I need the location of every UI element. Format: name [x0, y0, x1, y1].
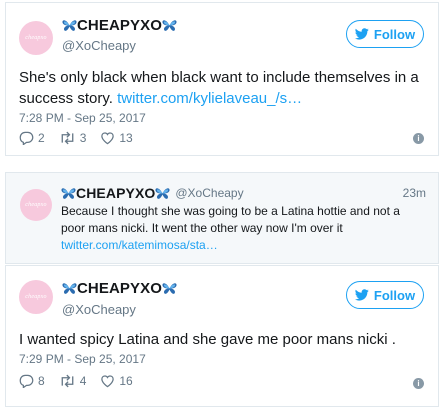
- info-icon[interactable]: i: [413, 378, 424, 389]
- like-count: 13: [119, 131, 133, 145]
- twitter-bird-icon: [355, 28, 369, 40]
- butterfly-icon: [61, 187, 76, 200]
- follow-button[interactable]: Follow: [346, 20, 424, 48]
- display-name[interactable]: CHEAPYXO: [76, 185, 155, 201]
- retweet-icon: [59, 374, 76, 388]
- user-handle[interactable]: @XoCheapy: [175, 186, 243, 200]
- tweet-card-2: cheapxo CHEAPYXO @XoCheapy 23m Because I…: [5, 172, 439, 264]
- reply-button[interactable]: 2: [19, 131, 45, 145]
- tweet-age[interactable]: 23m: [403, 186, 426, 200]
- butterfly-icon: [162, 282, 177, 295]
- like-icon: [100, 131, 115, 145]
- follow-label: Follow: [373, 287, 416, 303]
- like-count: 16: [119, 374, 133, 388]
- user-handle[interactable]: @XoCheapy: [62, 302, 136, 317]
- follow-label: Follow: [373, 26, 416, 42]
- name-row: CHEAPYXO @XoCheapy: [61, 185, 424, 201]
- butterfly-icon: [155, 187, 170, 200]
- butterfly-icon: [62, 19, 77, 32]
- avatar-text: cheapxo: [25, 35, 47, 41]
- tweet-card-3: cheapxo CHEAPYXO @XoCheapy Follow I want…: [5, 265, 439, 407]
- avatar-text: cheapxo: [25, 202, 47, 208]
- reply-count: 2: [38, 131, 45, 145]
- retweet-count: 3: [79, 131, 87, 145]
- like-button[interactable]: 16: [100, 374, 133, 388]
- butterfly-icon: [162, 19, 177, 32]
- retweet-button[interactable]: 3: [59, 131, 87, 145]
- display-name[interactable]: CHEAPYXO: [77, 17, 162, 34]
- info-icon[interactable]: i: [413, 133, 424, 144]
- like-icon: [100, 374, 115, 388]
- display-name[interactable]: CHEAPYXO: [77, 280, 162, 297]
- tweet-text: She's only black when black want to incl…: [19, 67, 424, 109]
- follow-button[interactable]: Follow: [346, 281, 424, 309]
- reply-count: 8: [38, 374, 45, 388]
- tweet-link[interactable]: twitter.com/kylielaveau_/s…: [117, 90, 302, 107]
- tweet-timestamp[interactable]: 7:29 PM - Sep 25, 2017: [19, 352, 146, 366]
- avatar[interactable]: cheapxo: [19, 280, 53, 314]
- butterfly-icon: [62, 282, 77, 295]
- like-button[interactable]: 13: [100, 131, 133, 145]
- tweet-text: I wanted spicy Latina and she gave me po…: [19, 331, 396, 348]
- name-row: CHEAPYXO: [62, 17, 177, 34]
- tweet-link[interactable]: twitter.com/katemimosa/sta…: [61, 238, 218, 252]
- avatar[interactable]: cheapxo: [20, 189, 52, 221]
- user-handle[interactable]: @XoCheapy: [62, 38, 136, 53]
- name-row: CHEAPYXO: [62, 280, 177, 297]
- reply-button[interactable]: 8: [19, 374, 45, 388]
- tweet-body: Because I thought she was going to be a …: [61, 204, 400, 235]
- tweet-text: Because I thought she was going to be a …: [61, 203, 424, 254]
- tweet-timestamp[interactable]: 7:28 PM - Sep 25, 2017: [19, 111, 146, 125]
- tweet-card-1: cheapxo CHEAPYXO @XoCheapy Follow She's …: [5, 2, 439, 156]
- twitter-bird-icon: [355, 289, 369, 301]
- avatar[interactable]: cheapxo: [19, 21, 53, 55]
- avatar-text: cheapxo: [25, 294, 47, 300]
- retweet-count: 4: [79, 374, 87, 388]
- retweet-button[interactable]: 4: [59, 374, 87, 388]
- tweet-actions: 8 4 16: [19, 374, 133, 388]
- retweet-icon: [59, 131, 76, 145]
- tweet-actions: 2 3 13: [19, 131, 133, 145]
- reply-icon: [19, 374, 34, 388]
- reply-icon: [19, 131, 34, 145]
